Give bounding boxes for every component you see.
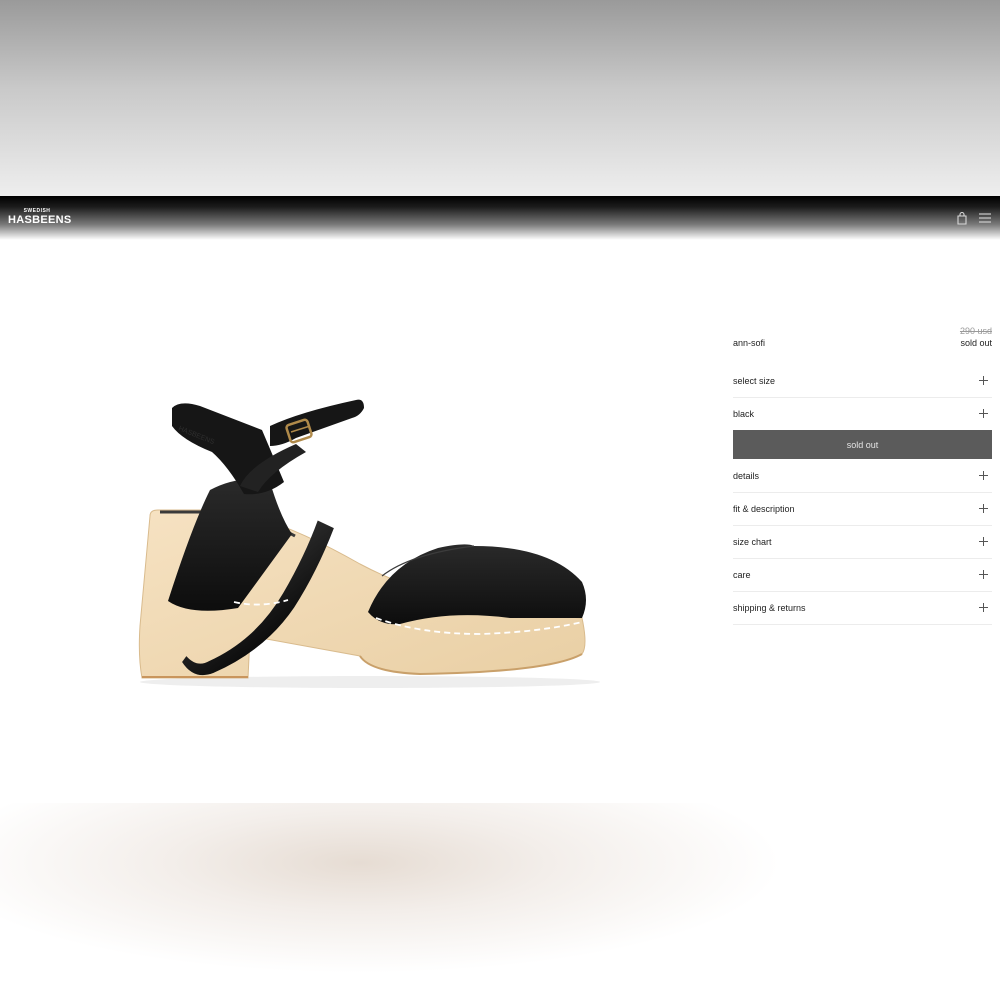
original-price: 290 usd [959,326,992,336]
size-selector[interactable]: select size [733,364,992,398]
sold-out-button[interactable]: sold out [733,430,992,459]
product-name: ann-sofi [733,338,766,348]
accordion-details[interactable]: details [733,459,992,493]
blurred-top-backdrop [0,0,1000,196]
color-selector[interactable]: black [733,397,992,431]
plus-icon[interactable] [979,376,988,385]
plus-icon[interactable] [979,504,988,513]
product-page: SWEDISH HASBEENS HASBEENS 290 usd ann-so… [0,196,1000,803]
accordion-shipping-returns[interactable]: shipping & returns [733,591,992,625]
accordion-size-chart[interactable]: size chart [733,525,992,559]
accordion-care[interactable]: care [733,558,992,592]
accordion-label: care [733,570,751,580]
product-image-clog-sandal[interactable]: HASBEENS [120,386,610,696]
plus-icon[interactable] [979,409,988,418]
plus-icon[interactable] [979,570,988,579]
accordion-label: shipping & returns [733,603,806,613]
size-selector-label: select size [733,376,776,386]
accordion-label: details [733,471,760,481]
menu-icon[interactable] [978,211,992,225]
plus-icon[interactable] [979,471,988,480]
plus-icon[interactable] [979,537,988,546]
accordion-fit-description[interactable]: fit & description [733,492,992,526]
accordion-label: fit & description [733,504,795,514]
blurred-bottom-backdrop [0,803,1000,1000]
plus-icon[interactable] [979,603,988,612]
site-header: SWEDISH HASBEENS [0,196,1000,240]
color-selector-label: black [733,409,755,419]
logo-wordmark: HASBEENS [8,214,72,226]
accordion-label: size chart [733,537,772,547]
stock-status: sold out [960,338,992,348]
screenshot-frame: SWEDISH HASBEENS HASBEENS 290 usd ann-so… [0,0,1000,1000]
brand-logo[interactable]: SWEDISH HASBEENS [8,208,72,228]
bag-icon[interactable] [955,211,969,225]
